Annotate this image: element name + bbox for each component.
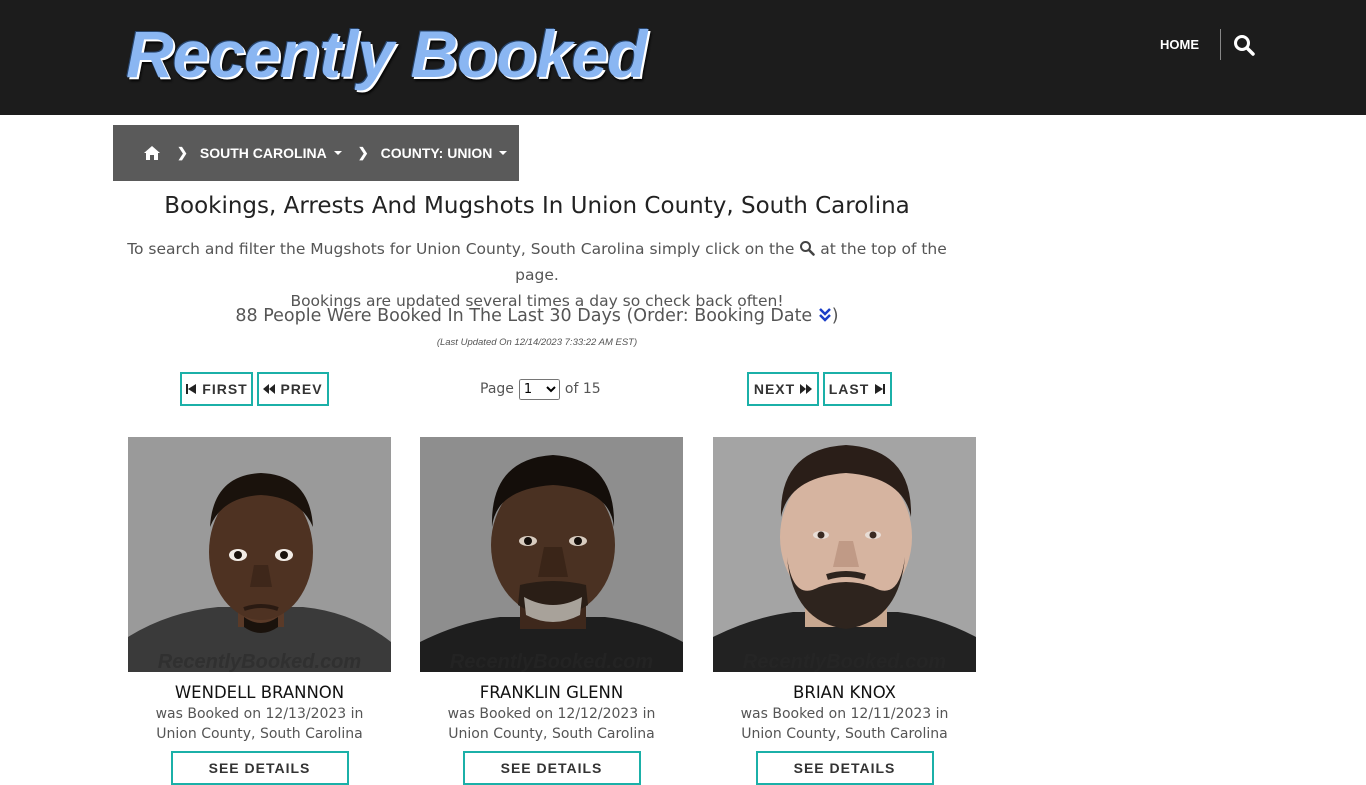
search-icon[interactable] — [1232, 33, 1256, 57]
intro-text-part1: To search and filter the Mugshots for Un… — [127, 240, 795, 258]
first-page-label: FIRST — [202, 381, 248, 397]
breadcrumb-county-dropdown[interactable]: COUNTY: UNION — [381, 145, 508, 161]
nav-divider — [1220, 29, 1221, 60]
booking-date: was Booked on 12/11/2023 in — [740, 706, 949, 722]
mugshot-photo[interactable]: RecentlyBooked.com — [713, 437, 976, 672]
mugshot-photo[interactable]: RecentlyBooked.com — [420, 437, 683, 672]
last-page-label: LAST — [828, 381, 870, 397]
see-details-button[interactable]: SEE DETAILS — [755, 751, 934, 785]
prev-page-label: PREV — [280, 381, 323, 397]
nav-home-link[interactable]: HOME — [1160, 32, 1199, 58]
booking-date: was Booked on 12/12/2023 in — [447, 706, 656, 722]
caret-down-icon — [499, 151, 508, 155]
page-title: Bookings, Arrests And Mugshots In Union … — [164, 193, 910, 219]
backward-icon — [263, 384, 276, 394]
booking-location: Union County, South Carolina — [448, 726, 655, 742]
breadcrumb-state-label: SOUTH CAROLINA — [199, 145, 327, 161]
home-icon[interactable] — [143, 145, 161, 161]
site-logo[interactable]: Recently Booked — [126, 16, 647, 92]
breadcrumb: ❯ SOUTH CAROLINA ❯ COUNTY: UNION — [113, 125, 519, 181]
forward-icon — [800, 384, 813, 394]
next-page-label: NEXT — [753, 381, 796, 397]
booking-card[interactable]: RecentlyBooked.com WENDELL BRANNON was B… — [128, 437, 391, 785]
page-label: Page — [480, 381, 514, 397]
chevron-right-icon: ❯ — [177, 145, 188, 160]
booking-card[interactable]: RecentlyBooked.com FRANKLIN GLENN was Bo… — [420, 437, 683, 785]
page-total: of 15 — [564, 381, 601, 397]
next-page-button[interactable]: NEXT — [747, 372, 819, 406]
last-page-button[interactable]: LAST — [823, 372, 892, 406]
see-details-button[interactable]: SEE DETAILS — [170, 751, 349, 785]
person-name[interactable]: FRANKLIN GLENN — [420, 682, 683, 704]
booking-count-text: 88 People Were Booked In The Last 30 Day… — [235, 306, 813, 326]
see-details-button[interactable]: SEE DETAILS — [462, 751, 641, 785]
booking-count-close: ) — [831, 306, 839, 326]
prev-page-button[interactable]: PREV — [257, 372, 329, 406]
mugshot-photo[interactable]: RecentlyBooked.com — [128, 437, 391, 672]
site-header: Recently Booked HOME — [0, 0, 1366, 115]
last-updated: (Last Updated On 12/14/2023 7:33:22 AM E… — [436, 337, 638, 348]
booking-card[interactable]: RecentlyBooked.com BRIAN KNOX was Booked… — [713, 437, 976, 785]
booking-date: was Booked on 12/13/2023 in — [155, 706, 364, 722]
step-forward-icon — [875, 384, 886, 394]
person-name[interactable]: BRIAN KNOX — [713, 682, 976, 704]
breadcrumb-county-label: COUNTY: UNION — [380, 145, 493, 161]
photo-watermark: RecentlyBooked.com — [742, 651, 947, 672]
booking-location: Union County, South Carolina — [741, 726, 948, 742]
search-icon — [799, 238, 816, 256]
page-selector: Page 1 of 15 — [480, 377, 601, 401]
booking-location: Union County, South Carolina — [156, 726, 363, 742]
caret-down-icon — [333, 151, 342, 155]
page-select[interactable]: 1 — [518, 378, 560, 400]
photo-watermark: RecentlyBooked.com — [157, 651, 362, 672]
person-name[interactable]: WENDELL BRANNON — [128, 682, 391, 704]
first-page-button[interactable]: FIRST — [180, 372, 253, 406]
photo-watermark: RecentlyBooked.com — [449, 651, 654, 672]
chevron-right-icon: ❯ — [357, 145, 369, 160]
booking-count: 88 People Were Booked In The Last 30 Day… — [113, 302, 961, 330]
double-chevron-down-icon[interactable] — [818, 304, 832, 322]
breadcrumb-state-dropdown[interactable]: SOUTH CAROLINA — [200, 145, 342, 161]
step-backward-icon — [186, 384, 197, 394]
